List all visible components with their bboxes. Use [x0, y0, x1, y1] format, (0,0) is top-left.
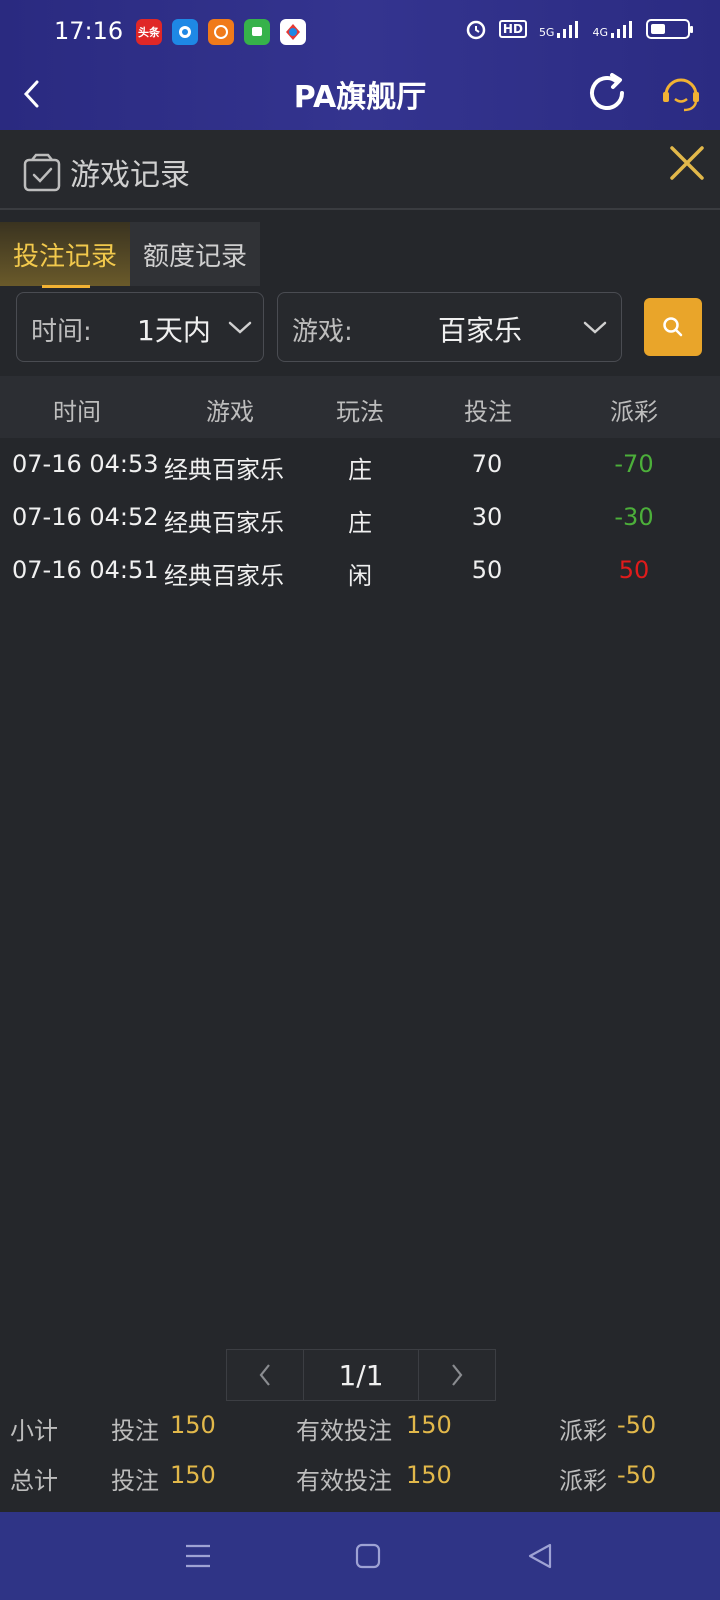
row-game: 经典百家乐: [164, 562, 284, 590]
time-filter-label: 时间:: [31, 317, 92, 347]
subtotal-payout-label: 派彩: [559, 1417, 607, 1445]
back-nav-button[interactable]: [518, 1534, 562, 1578]
game-select[interactable]: 游戏: 百家乐: [277, 292, 622, 362]
column-header-game: 游戏: [206, 398, 254, 426]
row-game: 经典百家乐: [164, 509, 284, 537]
row-time: 07-16 04:51: [12, 556, 159, 584]
subtotal-row: 小计 投注 150 有效投注 150 派彩 -50: [0, 1403, 720, 1451]
hd-icon: HD: [498, 20, 527, 38]
headset-icon: [663, 78, 699, 112]
row-play: 闲: [348, 562, 372, 590]
row-payout: 50: [618, 556, 650, 584]
subtotal-label: 小计: [10, 1417, 58, 1445]
close-button[interactable]: [664, 140, 710, 186]
top-bar: 17:16 头条 HD 5G 4G PA旗舰厅: [0, 0, 720, 130]
status-system-icons: HD 5G 4G: [465, 18, 693, 40]
battery-icon: [646, 19, 693, 39]
system-nav-bar: [0, 1512, 720, 1600]
column-header-play: 玩法: [336, 398, 384, 426]
total-row: 总计 投注 150 有效投注 150 派彩 -50: [0, 1453, 720, 1501]
filter-bar: 时间: 1天内 游戏: 百家乐: [0, 292, 720, 364]
total-bet-value: 150: [170, 1461, 216, 1489]
next-page-button[interactable]: [418, 1349, 496, 1401]
row-payout: -30: [614, 503, 654, 531]
previous-page-button[interactable]: [226, 1349, 304, 1401]
subtotal-valid-label: 有效投注: [296, 1417, 392, 1445]
total-valid-label: 有效投注: [296, 1467, 392, 1495]
record-tabs: 投注记录 额度记录: [0, 222, 260, 288]
table-row: 07-16 04:51 经典百家乐 闲 50 50: [0, 544, 720, 597]
subtotal-bet-value: 150: [170, 1411, 216, 1439]
time-range-select[interactable]: 时间: 1天内: [16, 292, 264, 362]
row-time: 07-16 04:52: [12, 503, 159, 531]
row-bet: 30: [471, 503, 503, 531]
bet-record-list: 07-16 04:53 经典百家乐 庄 70 -70 07-16 04:52 经…: [0, 438, 720, 597]
signal-4g-label: 4G: [592, 26, 608, 39]
total-bet-label: 投注: [111, 1467, 159, 1495]
chevron-right-icon: [452, 1364, 463, 1386]
subtotal-valid-value: 150: [406, 1411, 452, 1439]
panel-title: 游戏记录: [70, 158, 190, 193]
row-bet: 50: [471, 556, 503, 584]
calendar-check-icon: [23, 153, 61, 192]
total-valid-value: 150: [406, 1461, 452, 1489]
row-time: 07-16 04:53: [12, 450, 159, 478]
total-label: 总计: [10, 1467, 58, 1495]
tab-bet-records[interactable]: 投注记录: [0, 222, 130, 288]
chevron-left-icon: [259, 1364, 270, 1386]
alarm-icon: [466, 20, 486, 40]
row-play: 庄: [348, 456, 372, 484]
table-row: 07-16 04:52 经典百家乐 庄 30 -30: [0, 491, 720, 544]
search-icon: [663, 317, 683, 337]
app2-icon: [172, 19, 198, 45]
close-icon: [670, 146, 704, 180]
refresh-button[interactable]: [582, 68, 632, 118]
table-header: 时间 游戏 玩法 投注 派彩: [0, 376, 720, 438]
table-row: 07-16 04:53 经典百家乐 庄 70 -70: [0, 438, 720, 491]
app5-icon: [280, 19, 306, 45]
game-filter-value: 百家乐: [438, 314, 523, 347]
tab-credit-records[interactable]: 额度记录: [130, 222, 260, 286]
app-header: PA旗舰厅: [0, 62, 720, 130]
toutiao-app-icon: 头条: [136, 19, 162, 45]
message-app-icon: [244, 19, 270, 45]
row-payout: -70: [614, 450, 654, 478]
signal-5g-icon: 5G: [539, 19, 581, 39]
row-play: 庄: [348, 509, 372, 537]
app3-icon: [208, 19, 234, 45]
home-nav-button[interactable]: [346, 1534, 390, 1578]
column-header-time: 时间: [53, 398, 101, 426]
pagination: 1/1: [226, 1349, 496, 1401]
back-triangle-icon: [528, 1543, 552, 1569]
column-header-payout: 派彩: [610, 398, 658, 426]
signal-5g-label: 5G: [538, 26, 555, 39]
time-filter-value: 1天内: [137, 314, 211, 347]
column-header-bet: 投注: [464, 398, 512, 426]
menu-nav-button[interactable]: [176, 1534, 220, 1578]
game-filter-label: 游戏:: [292, 317, 353, 347]
signal-4g-icon: 4G: [592, 19, 634, 39]
chevron-down-icon: [228, 321, 252, 334]
row-game: 经典百家乐: [164, 456, 284, 484]
page-indicator: 1/1: [304, 1349, 418, 1401]
menu-icon: [186, 1544, 210, 1568]
chevron-down-icon: [583, 321, 607, 334]
subtotal-payout-value: -50: [617, 1411, 657, 1439]
status-app-icons: 头条: [136, 19, 306, 45]
refresh-icon: [590, 73, 624, 110]
search-button[interactable]: [644, 298, 702, 356]
status-bar: 17:16 头条 HD 5G 4G: [0, 0, 720, 62]
total-payout-label: 派彩: [559, 1467, 607, 1495]
row-bet: 70: [471, 450, 503, 478]
panel-header: 游戏记录: [0, 130, 720, 210]
customer-service-button[interactable]: [656, 68, 706, 118]
subtotal-bet-label: 投注: [111, 1417, 159, 1445]
status-time: 17:16: [54, 17, 124, 45]
total-payout-value: -50: [617, 1461, 657, 1489]
home-square-icon: [355, 1543, 381, 1569]
